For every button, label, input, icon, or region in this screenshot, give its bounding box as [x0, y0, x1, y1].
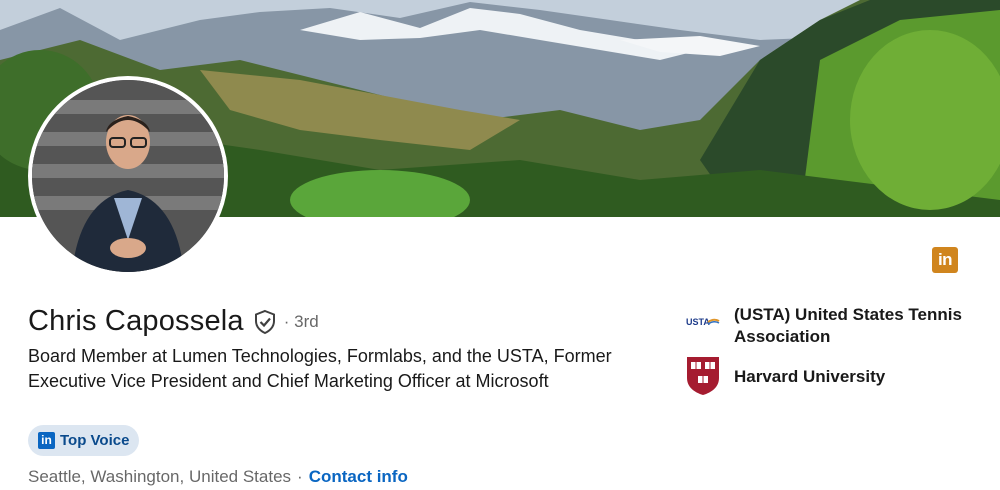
- profile-name: Chris Capossela: [28, 305, 244, 337]
- profile-photo-image: [32, 80, 224, 272]
- harvard-shield-icon: [686, 356, 720, 395]
- usta-logo: USTA: [686, 304, 720, 338]
- connection-degree: · 3rd: [283, 311, 319, 331]
- linkedin-icon: in: [932, 247, 958, 273]
- profile-headline: Board Member at Lumen Technologies, Form…: [28, 346, 612, 391]
- contact-info-link[interactable]: Contact info: [309, 467, 408, 487]
- verified-shield-icon[interactable]: [252, 309, 278, 335]
- location-row: Seattle, Washington, United States · Con…: [28, 467, 408, 487]
- top-voice-badge[interactable]: in Top Voice: [28, 425, 140, 456]
- org-name: Harvard University: [734, 367, 886, 386]
- org-item-harvard[interactable]: Harvard University: [686, 356, 974, 398]
- linkedin-icon: in: [38, 432, 55, 449]
- top-voice-label: Top Voice: [60, 432, 130, 449]
- org-item-usta[interactable]: USTA (USTA) United States Tennis Associa…: [686, 304, 974, 348]
- svg-text:USTA: USTA: [686, 317, 710, 327]
- location-text: Seattle, Washington, United States: [28, 467, 292, 486]
- separator: ·: [297, 467, 303, 486]
- name-row: Chris Capossela · 3rd: [28, 305, 319, 338]
- org-name: (USTA) United States Tennis Association: [734, 305, 962, 346]
- profile-photo[interactable]: [28, 76, 228, 276]
